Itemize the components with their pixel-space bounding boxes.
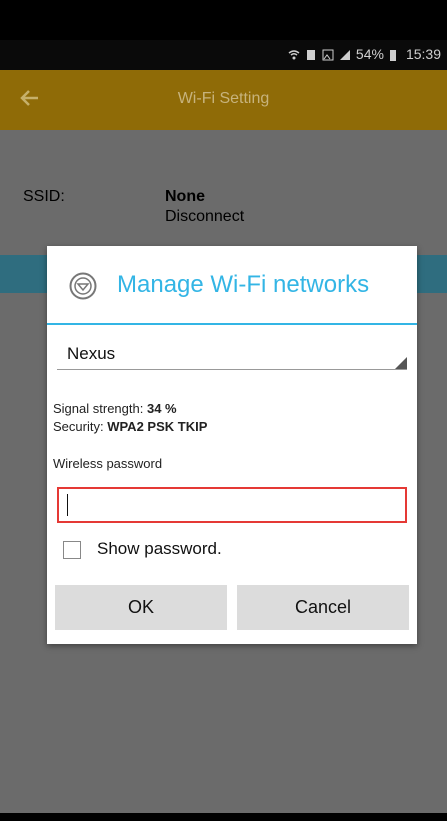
show-password-label[interactable]: Show password. [97,539,222,559]
ssid-label: SSID: [23,188,65,205]
manage-wifi-dialog: Manage Wi-Fi networks Nexus Signal stren… [47,246,417,644]
signal-icon [339,48,351,60]
bottom-strip [0,813,447,821]
signal-value: 34 % [146,401,177,416]
network-selected: Nexus [67,344,116,363]
show-password-checkbox[interactable] [63,541,81,559]
battery-icon [389,48,401,61]
screen: 54% 15:39 Wi-Fi Setting SSID: None Disco… [0,0,447,821]
security-info: Security: WPA2 PSK TKIP [53,419,207,434]
signal-label: Signal strength: [53,401,144,416]
app-title: Wi-Fi Setting [177,90,270,107]
dropdown-arrow-icon [395,357,407,369]
security-label: Security: [53,419,104,434]
connection-status: Disconnect [165,208,245,225]
status-bar: 54% 15:39 [0,40,447,70]
background-button-left [0,255,48,293]
clock: 15:39 [405,46,441,62]
password-input[interactable] [57,487,407,523]
battery-percent: 54% [355,46,384,62]
wifi-dialog-icon [69,272,97,300]
cancel-button[interactable]: Cancel [237,585,409,630]
ok-button[interactable]: OK [55,585,227,630]
signal-strength: Signal strength: 34 % [53,401,177,416]
status-icons: 54% 15:39 [288,46,441,62]
password-label: Wireless password [53,456,163,471]
dialog-header: Manage Wi-Fi networks [47,246,417,325]
text-caret [67,494,68,516]
ssid-value: None [165,188,205,205]
wifi-icon [288,48,300,60]
app-bar: Wi-Fi Setting [0,70,447,130]
network-spinner[interactable]: Nexus [57,341,407,370]
top-black-strip [0,0,447,40]
security-value: WPA2 PSK TKIP [107,419,208,434]
sim-icon [305,48,317,60]
background-button-right [417,255,447,293]
dialog-title: Manage Wi-Fi networks [117,271,370,298]
image-icon [322,48,334,61]
